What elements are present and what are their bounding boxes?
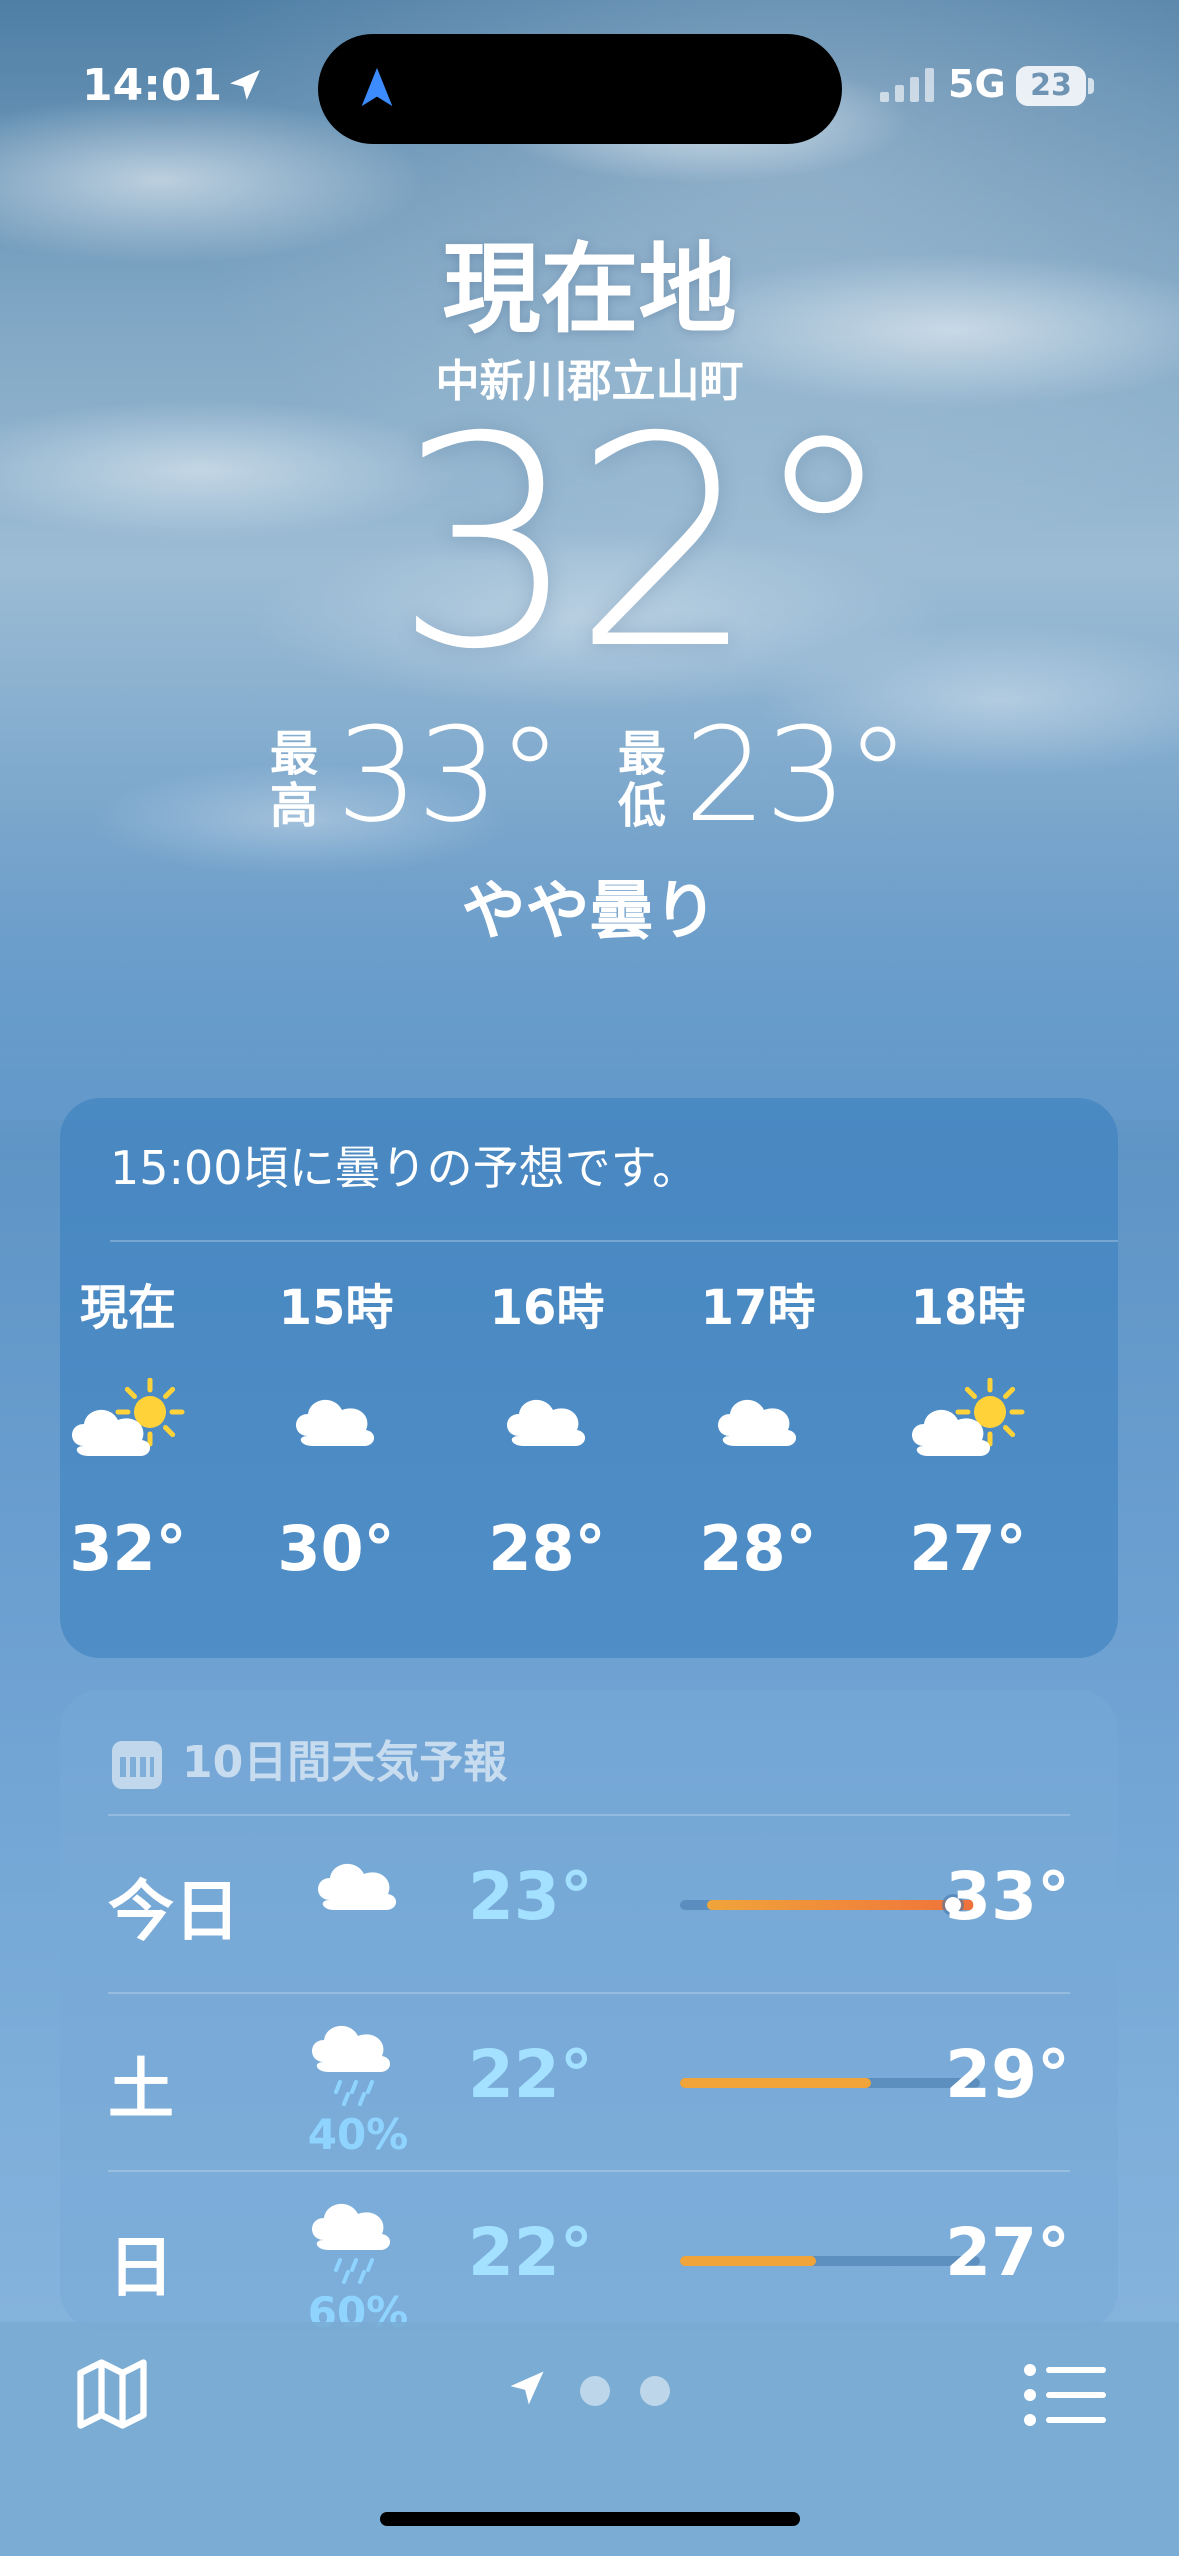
low-temperature: 最低 23° [618, 700, 938, 840]
high-temp: 33° [945, 1858, 1070, 1935]
high-temp: 27° [945, 2214, 1070, 2291]
partly-cloudy-day-icon [68, 1377, 188, 1468]
hourly-item: 17時 28° [658, 1268, 858, 1585]
cloud-rain-icon [308, 2198, 408, 2288]
page-dot[interactable] [640, 2376, 670, 2406]
signal-icon [880, 68, 934, 102]
daily-forecast-title: 10日間天気予報 [182, 1737, 508, 1788]
cloud-icon [698, 1378, 818, 1468]
hourly-time: 15時 [278, 1280, 394, 1336]
temp-range-bar [680, 1897, 980, 1913]
temp-range-bar [680, 2256, 980, 2266]
hourly-temp: 32° [69, 1512, 187, 1585]
precip-chance: 40% [307, 2110, 409, 2159]
page-dot[interactable] [580, 2376, 610, 2406]
daily-row[interactable]: 日 60% 22° 27° [108, 2170, 1070, 2330]
low-label: 最低 [618, 726, 667, 834]
temp-range-fill [680, 2256, 817, 2266]
dynamic-island[interactable] [318, 34, 842, 144]
day-label: 土 [108, 2051, 174, 2128]
cloud-icon [308, 1842, 408, 1932]
navigation-arrow-icon [361, 67, 393, 107]
low-temp: 22° [468, 2214, 593, 2291]
hourly-temp: 28° [488, 1512, 606, 1585]
hourly-time: 16時 [489, 1280, 605, 1336]
hourly-temp: 30° [277, 1512, 395, 1585]
high-temp: 29° [945, 2036, 1070, 2113]
high-temperature: 最高 33° [270, 700, 590, 840]
hourly-forecast-card[interactable]: 15:00頃に曇りの予想です。 現在 32° 15時 30° 16時 28° 1… [60, 1098, 1118, 1658]
location-arrow-icon [230, 70, 260, 100]
temp-range-bar [680, 2078, 980, 2088]
status-bar: 14:01 5G 23 [0, 0, 1179, 170]
high-label: 最高 [270, 726, 319, 834]
cloud-icon [487, 1378, 607, 1468]
page-control[interactable] [505, 2366, 685, 2416]
map-icon[interactable] [70, 2352, 154, 2436]
hourly-time: 現在 [79, 1280, 176, 1336]
day-label: 日 [108, 2229, 174, 2306]
current-temperature: 32° [394, 376, 896, 713]
low-value: 23° [684, 699, 910, 851]
daily-forecast-card[interactable]: 10日間天気予報 今日 23° 33° 土 40% 22° 29° 日 60% … [60, 1690, 1118, 2330]
hourly-item: 16時 28° [447, 1268, 647, 1585]
hourly-item: 15時 30° [236, 1268, 436, 1585]
daily-row[interactable]: 土 40% 22° 29° [108, 1992, 1070, 2170]
battery-nub [1088, 78, 1094, 94]
daily-row[interactable]: 今日 23° 33° [108, 1814, 1070, 1992]
temp-range-fill [707, 1900, 980, 1910]
divider [108, 2170, 1070, 2172]
daily-forecast-header: 10日間天気予報 [112, 1726, 507, 1790]
location-arrow-icon[interactable] [505, 2366, 549, 2410]
network-type: 5G [948, 62, 1006, 106]
cloud-icon [276, 1378, 396, 1468]
divider [108, 1814, 1070, 1816]
low-temp: 23° [468, 1858, 593, 1935]
location-title: 現在地 [442, 233, 737, 347]
partly-cloudy-day-icon [908, 1377, 1028, 1468]
hourly-temp: 27° [909, 1512, 1027, 1585]
hourly-time: 18時 [910, 1280, 1026, 1336]
battery-icon: 23 [1016, 66, 1086, 106]
day-label: 今日 [108, 1873, 240, 1950]
hourly-item: 18時 27° [868, 1268, 1068, 1585]
hourly-summary: 15:00頃に曇りの予想です。 [110, 1141, 698, 1195]
divider [108, 1992, 1070, 1994]
status-time: 14:01 [82, 60, 223, 111]
list-icon[interactable] [1022, 2360, 1110, 2430]
low-temp: 22° [468, 2036, 593, 2113]
hourly-item: 現在 32° [28, 1268, 228, 1585]
calendar-icon [112, 1741, 162, 1789]
cloud-rain-icon [308, 2020, 408, 2110]
high-value: 33° [336, 699, 562, 851]
divider [110, 1240, 1118, 1242]
hourly-temp: 28° [699, 1512, 817, 1585]
weather-condition: やや曇り [461, 875, 718, 949]
temp-range-fill [680, 2078, 871, 2088]
hourly-time: 17時 [700, 1280, 816, 1336]
home-indicator[interactable] [380, 2512, 800, 2526]
